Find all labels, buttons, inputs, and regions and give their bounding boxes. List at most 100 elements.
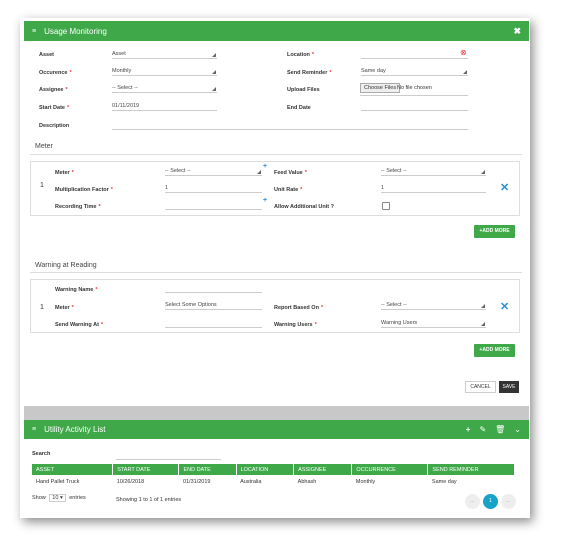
warning-row-index: 1 <box>40 304 44 311</box>
meter-select[interactable]: -- Select -- <box>165 167 262 176</box>
end-date-label: End Date <box>287 105 311 111</box>
column-header[interactable]: OCCURRENCE <box>351 464 429 475</box>
multiplication-factor-input[interactable]: 1 <box>165 184 262 193</box>
column-header[interactable]: END DATE <box>178 464 237 475</box>
file-status: No file chosen <box>397 85 432 91</box>
menu-icon[interactable]: ≡ <box>32 426 36 433</box>
table-cell: Same day <box>431 478 457 485</box>
close-icon[interactable]: ✖ <box>513 26 521 37</box>
column-header[interactable]: ASSET <box>32 464 114 475</box>
search-input[interactable] <box>116 459 221 460</box>
send-warning-at-input[interactable] <box>165 319 262 328</box>
dropdown-arrow-icon <box>257 170 261 174</box>
unit-rate-label: Unit Rate * <box>274 187 303 193</box>
occurence-select[interactable]: Monthly <box>112 67 217 76</box>
cancel-button[interactable]: CANCEL <box>465 381 496 393</box>
list-title: Utility Activity List <box>44 425 106 434</box>
end-date-input[interactable] <box>361 102 468 111</box>
current-page-button[interactable]: 1 <box>483 494 498 509</box>
table-cell: Monthly <box>355 478 376 485</box>
dropdown-arrow-icon <box>212 87 216 91</box>
unit-rate-input[interactable]: 1 <box>381 184 486 193</box>
modal-title: Usage Monitoring <box>44 26 107 36</box>
show-label: Show <box>32 495 46 501</box>
recording-time-input[interactable] <box>165 201 262 210</box>
allow-additional-unit-checkbox[interactable] <box>382 202 390 210</box>
description-input[interactable] <box>112 121 468 130</box>
occurence-label: Occurence * <box>39 70 72 76</box>
activity-table: ASSET START DATE END DATE LOCATION ASSIG… <box>32 464 515 488</box>
location-label: Location * <box>287 52 315 58</box>
dropdown-arrow-icon <box>481 170 485 174</box>
dropdown-arrow-icon <box>481 304 485 308</box>
delete-icon[interactable]: 🗑 <box>495 425 505 434</box>
assignee-label: Assignee * <box>39 87 68 93</box>
meter-row-index: 1 <box>40 182 44 189</box>
meter-label: Meter * <box>55 170 74 176</box>
entries-label: entries <box>69 495 86 501</box>
warning-name-input[interactable] <box>165 284 262 293</box>
warning-section-title: Warning at Reading <box>35 262 97 269</box>
asset-select[interactable]: Asset <box>112 50 217 59</box>
report-based-on-label: Report Based On * <box>274 305 324 311</box>
usage-monitoring-modal: ≡ Usage Monitoring ✖ Asset Asset Locatio… <box>24 21 529 405</box>
edit-icon[interactable]: ✎ <box>479 425 486 434</box>
send-warning-at-label: Send Warning At * <box>55 322 104 328</box>
warning-meter-select[interactable]: Select Some Options <box>165 301 262 310</box>
page-size-select[interactable]: 10 ▾ <box>49 494 66 502</box>
assignee-select[interactable]: -- Select -- <box>112 84 217 93</box>
dropdown-arrow-icon <box>212 70 216 74</box>
table-info: Showing 1 to 1 of 1 entries <box>116 497 182 503</box>
table-cell: Australia <box>240 478 262 485</box>
list-header: ≡ Utility Activity List + ✎ 🗑 ⌄ <box>24 420 529 439</box>
page-size-control: Show 10 ▾ entries <box>32 494 86 502</box>
column-header[interactable]: SEND REMINDER <box>427 464 515 475</box>
column-header[interactable]: ASSIGNEE <box>293 464 353 475</box>
warning-users-select[interactable]: Warning Users <box>381 319 486 328</box>
report-based-on-select[interactable]: -- Select -- <box>381 301 486 310</box>
table-cell: Hand Pallet Truck <box>36 478 80 485</box>
start-date-label: Start Date * <box>39 105 70 111</box>
table-row[interactable]: Hand Pallet Truck 10/26/2018 01/31/2019 … <box>32 475 515 488</box>
meter-divider <box>30 154 522 155</box>
remove-meter-row-icon[interactable]: ✕ <box>500 181 509 194</box>
table-cell: 01/31/2019 <box>182 478 211 485</box>
remove-warning-row-icon[interactable]: ✕ <box>500 300 509 313</box>
location-field[interactable] <box>361 50 468 59</box>
start-date-input[interactable]: 01/11/2019 <box>112 102 217 111</box>
meter-row-box: 1 Meter * -- Select -- + Feed Value * -- S… <box>30 161 520 216</box>
warning-add-more-button[interactable]: +ADD MORE <box>474 344 515 357</box>
send-reminder-label: Send Reminder * <box>287 70 332 76</box>
next-page-button[interactable]: ... <box>501 494 516 509</box>
warning-users-label: Warning Users * <box>274 322 317 328</box>
recording-time-label: Recording Time * <box>55 204 101 210</box>
dropdown-arrow-icon <box>463 70 467 74</box>
add-meter-icon[interactable]: + <box>263 163 267 170</box>
warning-row-box: 1 Warning Name * Meter * Select Some Optio… <box>30 279 520 333</box>
column-header[interactable]: START DATE <box>112 464 180 475</box>
meter-section-title: Meter <box>35 143 53 150</box>
search-label: Search <box>32 451 51 457</box>
table-header-row: ASSET START DATE END DATE LOCATION ASSIG… <box>32 464 515 475</box>
feed-value-select[interactable]: -- Select -- <box>381 167 486 176</box>
send-reminder-select[interactable]: Same day <box>361 67 468 76</box>
asset-label: Asset <box>39 52 54 58</box>
choose-files-button[interactable]: Choose Files <box>360 83 401 93</box>
feed-value-label: Feed Value * <box>274 170 307 176</box>
add-icon[interactable]: + <box>466 425 471 434</box>
allow-additional-unit-label: Allow Additional Unit ? <box>274 204 334 210</box>
multiplication-factor-label: Multiplication Factor * <box>55 187 113 193</box>
upload-files-label: Upload Files <box>287 87 320 93</box>
upload-underline <box>360 95 468 96</box>
warning-meter-label: Meter * <box>55 305 74 311</box>
previous-page-button[interactable]: ... <box>465 494 480 509</box>
column-header[interactable]: LOCATION <box>236 464 295 475</box>
menu-icon[interactable]: ≡ <box>32 28 36 35</box>
meter-add-more-button[interactable]: +ADD MORE <box>474 225 515 238</box>
table-cell: 10/26/2018 <box>116 478 145 485</box>
modal-header: ≡ Usage Monitoring ✖ <box>24 21 529 41</box>
save-button[interactable]: SAVE <box>499 381 519 393</box>
add-recording-time-icon[interactable]: + <box>263 197 267 204</box>
chevron-down-icon[interactable]: ⌄ <box>514 425 521 434</box>
clear-location-icon[interactable]: ⊗ <box>460 48 467 57</box>
